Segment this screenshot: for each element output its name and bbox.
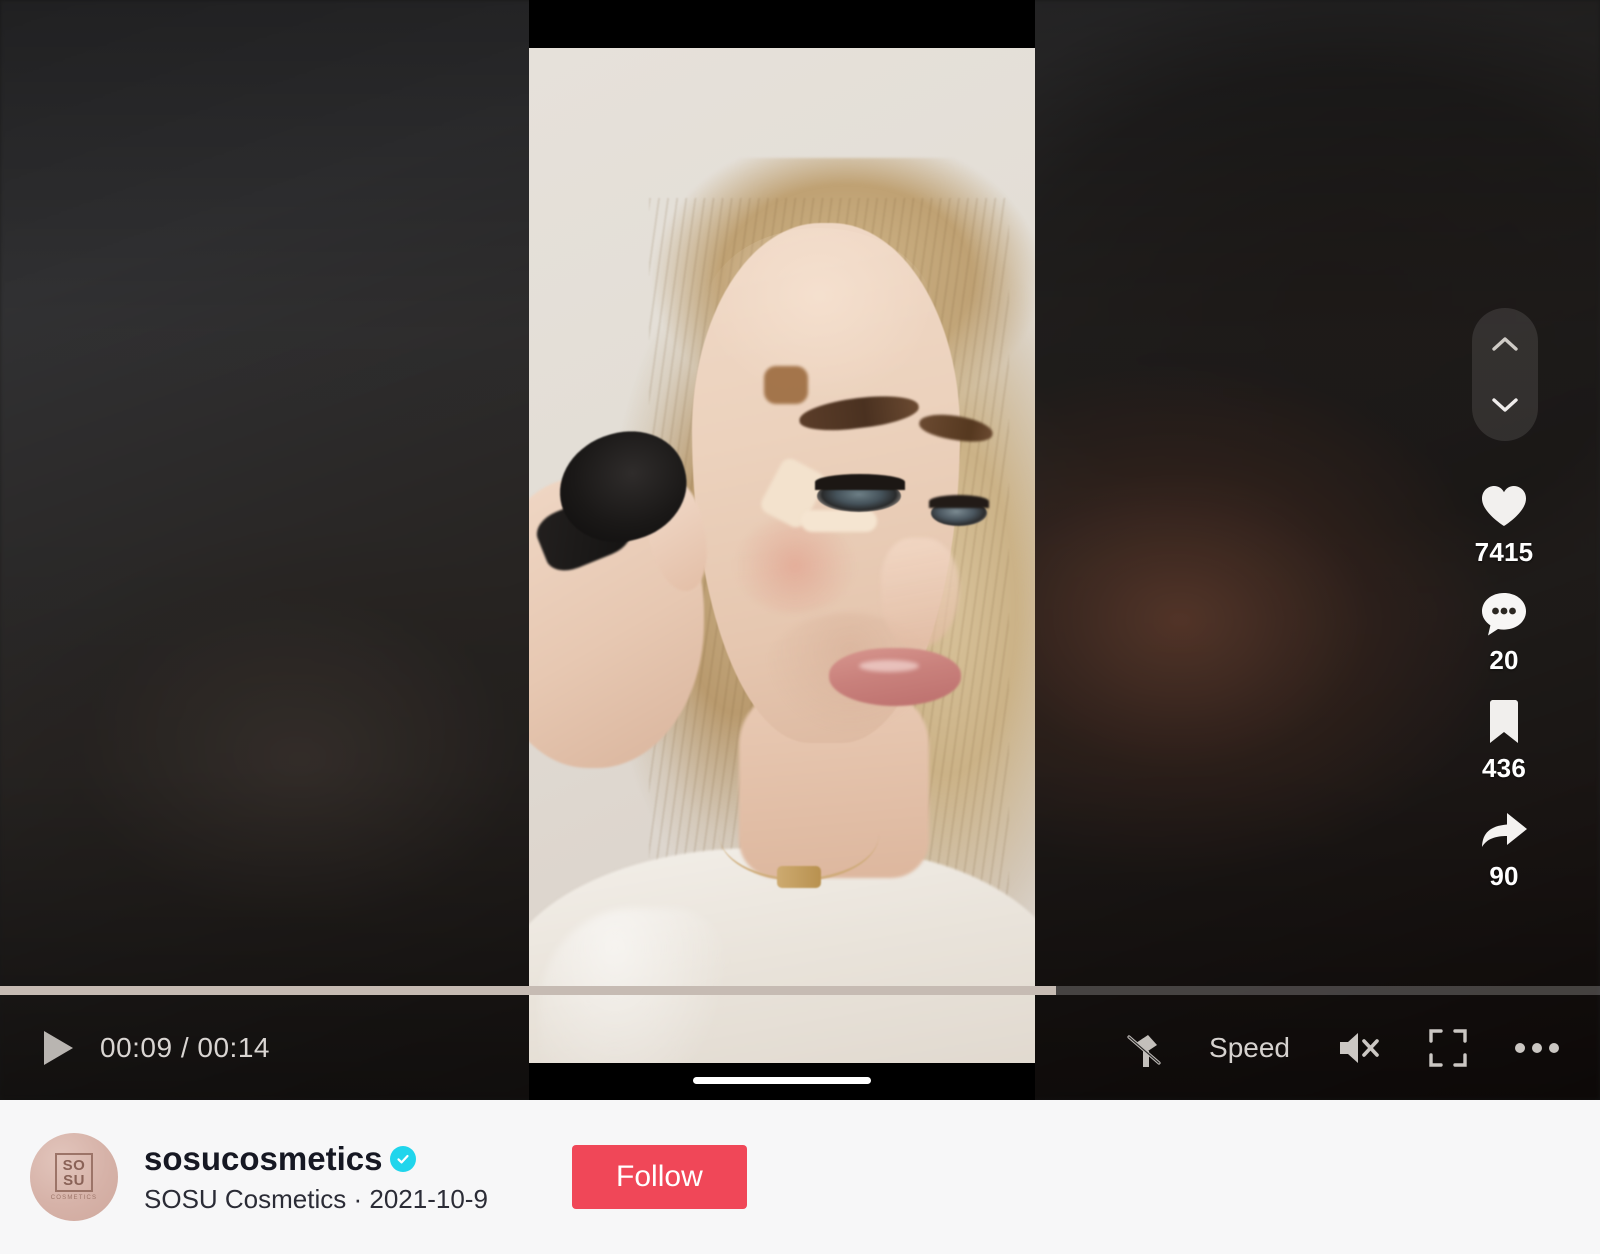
- author-meta: SOSU Cosmetics · 2021-10-9: [144, 1183, 488, 1214]
- avatar-subtext: COSMETICS: [50, 1195, 98, 1201]
- like-button[interactable]: 7415: [1475, 478, 1534, 568]
- avatar[interactable]: SO SU COSMETICS: [30, 1133, 118, 1221]
- video-progress-fill: [0, 986, 1056, 995]
- player-stage[interactable]: 7415 20 436 90 00:09 / 00:14 Speed: [0, 0, 1600, 1100]
- controls-right-group: Speed: [1123, 1027, 1560, 1069]
- author-username[interactable]: sosucosmetics: [144, 1140, 382, 1178]
- video-letterbox-bottom: [529, 1063, 1035, 1100]
- clear-mode-off-icon[interactable]: [1123, 1027, 1163, 1069]
- video-navigation-pill[interactable]: [1472, 308, 1538, 441]
- engagement-action-rail: 7415 20 436 90: [1465, 478, 1543, 910]
- subject-lash-right: [929, 495, 989, 508]
- speaker-muted-icon[interactable]: [1336, 1028, 1382, 1068]
- speed-button[interactable]: Speed: [1209, 1032, 1290, 1064]
- chevron-down-icon[interactable]: [1488, 388, 1522, 422]
- share-arrow-icon[interactable]: [1476, 802, 1532, 858]
- comment-button[interactable]: 20: [1476, 586, 1532, 676]
- author-name-row: sosucosmetics: [144, 1140, 488, 1178]
- home-indicator: [693, 1077, 871, 1084]
- makeup-bronzer-swatch: [764, 366, 808, 404]
- play-icon[interactable]: [36, 1026, 80, 1070]
- video-player-page: 7415 20 436 90 00:09 / 00:14 Speed SO SU…: [0, 0, 1600, 1254]
- author-bar: SO SU COSMETICS sosucosmetics SOSU Cosme…: [0, 1100, 1600, 1254]
- avatar-logo: SO SU: [54, 1153, 94, 1192]
- comment-bubble-icon[interactable]: [1476, 586, 1532, 642]
- makeup-concealer-stripe-lower: [801, 510, 877, 532]
- subject-necklace-pendant: [777, 866, 821, 888]
- more-options-icon[interactable]: [1514, 1041, 1560, 1055]
- heart-icon[interactable]: [1476, 478, 1532, 534]
- share-count: 90: [1489, 861, 1519, 891]
- follow-button[interactable]: Follow: [571, 1145, 747, 1209]
- bookmark-count: 436: [1482, 753, 1526, 783]
- subject-lash-left: [815, 474, 905, 490]
- video-column[interactable]: [529, 0, 1035, 1100]
- bookmark-icon[interactable]: [1476, 694, 1532, 750]
- comment-count: 20: [1489, 645, 1519, 675]
- video-frame[interactable]: [529, 48, 1035, 1063]
- avatar-logo-line-2: SU: [63, 1172, 85, 1189]
- time-display: 00:09 / 00:14: [100, 1031, 270, 1063]
- controls-left-group: 00:09 / 00:14: [36, 1026, 270, 1070]
- author-info: sosucosmetics SOSU Cosmetics · 2021-10-9: [144, 1140, 488, 1215]
- chevron-up-icon[interactable]: [1488, 327, 1522, 361]
- bookmark-button[interactable]: 436: [1476, 694, 1532, 784]
- subject-forehead: [704, 228, 934, 398]
- subject-lip-highlight: [859, 660, 919, 672]
- verified-badge-icon: [390, 1145, 417, 1172]
- avatar-logo-line-1: SO: [62, 1157, 86, 1174]
- video-progress-bar[interactable]: [0, 986, 1600, 995]
- subject-lips: [829, 648, 961, 706]
- subject-cheek-blush: [735, 518, 855, 613]
- like-count: 7415: [1474, 537, 1534, 567]
- fullscreen-icon[interactable]: [1428, 1028, 1468, 1068]
- share-button[interactable]: 90: [1476, 802, 1532, 892]
